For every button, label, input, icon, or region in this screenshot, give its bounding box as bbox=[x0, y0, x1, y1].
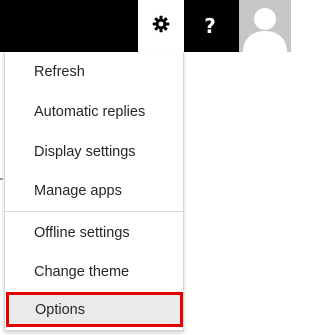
settings-dropdown-menu: Refresh Automatic replies Display settin… bbox=[4, 52, 184, 331]
menu-item-change-theme[interactable]: Change theme bbox=[5, 252, 183, 292]
menu-item-manage-apps[interactable]: Manage apps bbox=[5, 171, 183, 211]
avatar[interactable] bbox=[239, 0, 291, 52]
question-mark-icon: ? bbox=[204, 14, 216, 38]
menu-item-display-settings[interactable]: Display settings bbox=[5, 132, 183, 172]
menu-item-offline-settings[interactable]: Offline settings bbox=[5, 213, 183, 253]
person-silhouette-icon bbox=[243, 8, 287, 52]
menu-divider bbox=[5, 211, 183, 212]
gear-icon bbox=[152, 15, 170, 38]
top-navigation-bar: ? bbox=[0, 0, 291, 52]
settings-button[interactable] bbox=[138, 0, 184, 52]
menu-item-refresh[interactable]: Refresh bbox=[5, 52, 183, 92]
help-button[interactable]: ? bbox=[186, 0, 234, 52]
menu-item-options[interactable]: Options bbox=[6, 292, 183, 327]
page-background-fragment bbox=[0, 178, 3, 180]
menu-item-automatic-replies[interactable]: Automatic replies bbox=[5, 92, 183, 132]
